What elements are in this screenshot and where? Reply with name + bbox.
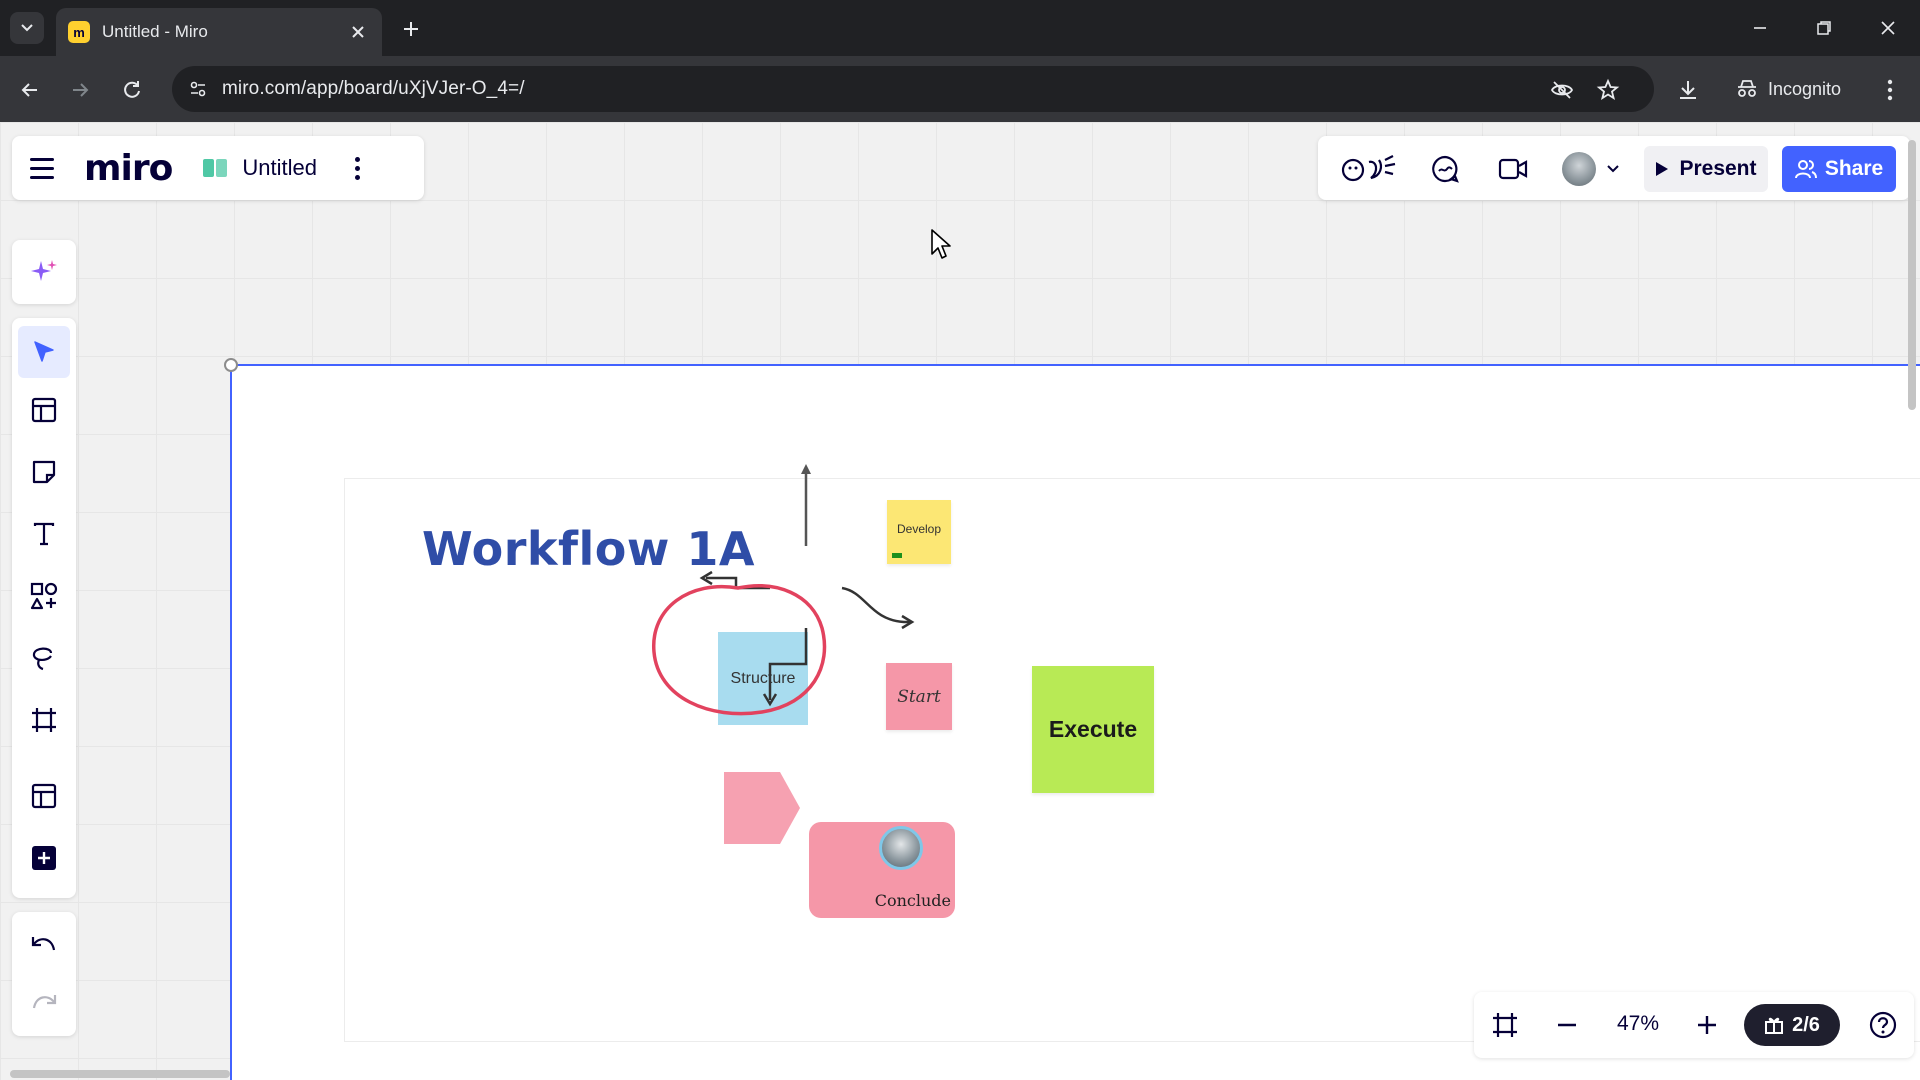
zoom-level[interactable]: 47% bbox=[1600, 1012, 1676, 1036]
eye-off-icon[interactable] bbox=[1548, 76, 1576, 104]
board-book-icon bbox=[203, 159, 228, 177]
minimize-icon[interactable] bbox=[1740, 10, 1780, 46]
share-label: Share bbox=[1824, 157, 1884, 180]
sticky-start[interactable]: Start bbox=[886, 663, 952, 730]
frame-icon[interactable] bbox=[18, 694, 70, 746]
zoom-in-icon[interactable] bbox=[1690, 1008, 1724, 1042]
page-counter[interactable]: 2/6 bbox=[1744, 1004, 1840, 1046]
sticky-develop-label: Develop bbox=[896, 522, 942, 536]
redo-icon[interactable] bbox=[18, 978, 70, 1030]
browser-tabstrip: m Untitled - Miro bbox=[0, 0, 1920, 56]
mouse-cursor-icon bbox=[931, 229, 951, 259]
sticky-structure[interactable]: Structure bbox=[718, 632, 808, 725]
board-options-icon[interactable] bbox=[354, 156, 360, 180]
incognito-indicator[interactable]: Incognito bbox=[1722, 68, 1872, 110]
site-settings-icon[interactable] bbox=[188, 79, 208, 99]
user-avatar bbox=[1562, 152, 1596, 186]
creation-toolbar bbox=[12, 318, 76, 898]
vertical-scrollbar[interactable] bbox=[1908, 140, 1916, 410]
incognito-label: Incognito bbox=[1768, 78, 1842, 99]
gift-icon bbox=[1765, 1017, 1784, 1034]
reactions-icon[interactable] bbox=[1338, 152, 1400, 186]
present-label: Present bbox=[1679, 157, 1757, 180]
shapes-icon[interactable] bbox=[18, 570, 70, 622]
shape-conclude[interactable]: Conclude bbox=[809, 822, 955, 918]
miro-app: miro Untitled Present Share Workflow 1A … bbox=[0, 122, 1920, 1080]
comments-icon[interactable] bbox=[1428, 152, 1462, 186]
tab-title: Untitled - Miro bbox=[102, 22, 208, 41]
sticky-note-icon[interactable] bbox=[18, 446, 70, 498]
conclude-label: Conclude bbox=[874, 891, 951, 910]
present-button[interactable]: Present bbox=[1644, 146, 1768, 192]
bookmark-star-icon[interactable] bbox=[1594, 76, 1622, 104]
address-bar[interactable]: miro.com/app/board/uXjVJer-O_4=/ bbox=[172, 66, 1654, 112]
browser-toolbar: miro.com/app/board/uXjVJer-O_4=/ Incogni… bbox=[0, 56, 1920, 122]
templates-icon[interactable] bbox=[18, 384, 70, 436]
users-icon bbox=[1794, 160, 1817, 179]
conclude-avatar bbox=[879, 826, 923, 870]
table-icon[interactable] bbox=[18, 770, 70, 822]
zoom-out-icon[interactable] bbox=[1550, 1008, 1584, 1042]
ai-card bbox=[12, 240, 76, 304]
sticky-develop[interactable]: Develop bbox=[887, 500, 951, 564]
sticky-execute-label: Execute bbox=[1048, 716, 1138, 742]
collaboration-toolbar: Present Share bbox=[1318, 136, 1910, 200]
chevron-down-icon bbox=[21, 24, 33, 32]
browser-tab[interactable]: m Untitled - Miro bbox=[56, 8, 382, 56]
collaborators-dropdown[interactable] bbox=[1556, 152, 1626, 186]
reload-icon[interactable] bbox=[114, 72, 150, 108]
undo-icon[interactable] bbox=[18, 920, 70, 972]
sticky-develop-tag bbox=[892, 553, 902, 558]
tab-search-dropdown[interactable] bbox=[10, 12, 44, 44]
main-menu-icon[interactable] bbox=[30, 148, 70, 188]
browser-menu-icon[interactable] bbox=[1872, 72, 1908, 108]
forward-icon[interactable] bbox=[62, 72, 98, 108]
chevron-down-icon bbox=[1607, 165, 1619, 173]
board-title[interactable]: Untitled bbox=[242, 155, 317, 181]
more-apps-icon[interactable] bbox=[18, 832, 70, 884]
close-window-icon[interactable] bbox=[1868, 10, 1908, 46]
board-header: miro Untitled bbox=[12, 136, 424, 200]
frame-resize-handle[interactable] bbox=[224, 358, 238, 372]
new-tab-icon[interactable] bbox=[396, 14, 426, 44]
workflow-title[interactable]: Workflow 1A bbox=[422, 522, 755, 576]
page-counter-label: 2/6 bbox=[1792, 1013, 1820, 1036]
miro-logo[interactable]: miro bbox=[84, 148, 173, 189]
play-icon bbox=[1656, 162, 1669, 176]
sticky-execute[interactable]: Execute bbox=[1032, 666, 1154, 793]
help-icon[interactable] bbox=[1866, 1008, 1900, 1042]
horizontal-scrollbar[interactable] bbox=[10, 1070, 230, 1078]
history-toolbar bbox=[12, 912, 76, 1036]
incognito-icon bbox=[1738, 80, 1756, 97]
sticky-structure-label: Structure bbox=[730, 669, 796, 687]
tab-close-icon[interactable] bbox=[346, 20, 370, 44]
text-tool-icon[interactable] bbox=[18, 508, 70, 560]
back-icon[interactable] bbox=[12, 72, 48, 108]
download-icon[interactable] bbox=[1670, 72, 1706, 108]
select-cursor-icon[interactable] bbox=[18, 326, 70, 378]
lasso-pen-icon[interactable] bbox=[18, 632, 70, 684]
ai-sparkle-icon[interactable] bbox=[18, 246, 70, 298]
miro-favicon-icon: m bbox=[68, 21, 90, 43]
url-text: miro.com/app/board/uXjVJer-O_4=/ bbox=[222, 78, 525, 99]
sticky-start-label: Start bbox=[897, 686, 941, 707]
restore-icon[interactable] bbox=[1804, 10, 1844, 46]
fit-to-screen-icon[interactable] bbox=[1488, 1008, 1522, 1042]
share-button[interactable]: Share bbox=[1782, 146, 1896, 192]
zoom-controls: 47% 2/6 bbox=[1474, 992, 1914, 1058]
video-call-icon[interactable] bbox=[1496, 152, 1530, 186]
